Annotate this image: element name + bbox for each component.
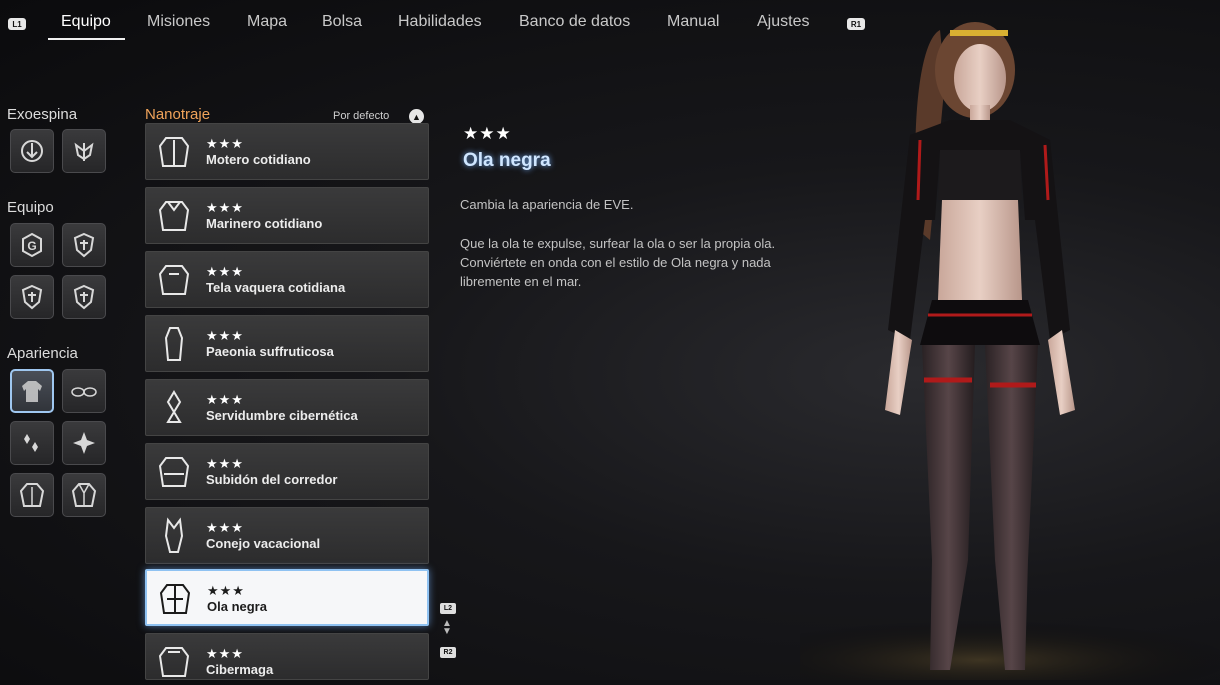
exoespina-heading: Exoespina: [7, 106, 78, 123]
triangle-button-icon[interactable]: ▲: [409, 109, 424, 124]
tab-banco-de-datos[interactable]: Banco de datos: [519, 13, 630, 31]
tab-mapa[interactable]: Mapa: [247, 13, 287, 31]
item-name: Conejo vacacional: [206, 536, 321, 551]
outfit-icon: [22, 381, 42, 402]
shield-gear-icon: [21, 284, 43, 310]
item-stars: ★★★: [206, 456, 244, 471]
gear-g-icon: G: [22, 232, 42, 258]
item-stars: ★★★: [206, 328, 244, 343]
item-stars: ★★★: [206, 392, 244, 407]
nanosuit-item[interactable]: ★★★ Servidumbre cibernética: [145, 379, 429, 436]
appearance-slot-earrings[interactable]: [10, 421, 54, 465]
item-name: Motero cotidiano: [206, 152, 311, 167]
exospine-core-icon: [21, 140, 43, 162]
top-nav: L1 Equipo Misiones Mapa Bolsa Habilidade…: [0, 0, 900, 44]
headband: [950, 30, 1008, 36]
outfit-thumbnail-icon: [158, 457, 190, 487]
item-stars: ★★★: [206, 136, 244, 151]
outfit-thumbnail-icon: [164, 327, 184, 361]
apariencia-heading: Apariencia: [7, 345, 78, 362]
active-tab-underline: [48, 38, 125, 40]
detail-flavor-text: Que la ola te expulse, surfear la ola o …: [460, 236, 776, 289]
item-name: Cibermaga: [206, 662, 274, 677]
item-stars: ★★★: [206, 200, 244, 215]
jacket-icon: [19, 483, 45, 507]
item-name: Servidumbre cibernética: [206, 408, 358, 423]
item-stars: ★★★: [206, 520, 244, 535]
item-name: Ola negra: [207, 599, 267, 614]
nanosuit-item[interactable]: ★★★ Subidón del corredor: [145, 443, 429, 500]
outfit-thumbnail-icon: [158, 265, 190, 295]
tab-bolsa[interactable]: Bolsa: [322, 13, 362, 31]
item-name: Paeonia suffruticosa: [206, 344, 334, 359]
jacket-alt-icon: [71, 483, 97, 507]
tab-misiones[interactable]: Misiones: [147, 13, 210, 31]
tab-manual[interactable]: Manual: [667, 13, 719, 31]
outfit-thumbnail-icon: [164, 517, 184, 553]
exospine-wings-icon: [74, 142, 94, 161]
nanosuit-item[interactable]: ★★★ Cibermaga: [145, 633, 429, 680]
outfit-thumbnail-icon: [158, 137, 190, 167]
item-name: Subidón del corredor: [206, 472, 338, 487]
earrings-icon: [24, 434, 38, 452]
item-name: Marinero cotidiano: [206, 216, 323, 231]
appearance-slot-glasses[interactable]: [62, 369, 106, 413]
list-title: Nanotraje: [145, 106, 211, 123]
appearance-slot-outfit[interactable]: [10, 369, 54, 413]
l1-button-hint[interactable]: L1: [8, 18, 26, 30]
nanosuit-item[interactable]: ★★★ Marinero cotidiano: [145, 187, 429, 244]
sort-label: Por defecto: [333, 110, 390, 122]
detail-stars: ★★★: [463, 124, 512, 143]
exospine-slot-1[interactable]: [10, 129, 54, 173]
item-stars: ★★★: [206, 264, 244, 279]
nanosuit-item[interactable]: ★★★ Conejo vacacional: [145, 507, 429, 564]
appearance-slot-jacket-alt[interactable]: [62, 473, 106, 517]
tab-equipo[interactable]: Equipo: [61, 13, 111, 31]
appearance-slot-jacket[interactable]: [10, 473, 54, 517]
appearance-slot-hair-ornament[interactable]: [62, 421, 106, 465]
scroll-updown-icon: ▲ ▼: [442, 618, 452, 637]
character-model: [720, 0, 1220, 685]
detail-title: Ola negra: [463, 150, 551, 171]
l2-button-hint[interactable]: L2: [440, 603, 456, 614]
nanosuit-item[interactable]: ★★★ Ola negra: [145, 569, 429, 626]
tab-habilidades[interactable]: Habilidades: [398, 13, 482, 31]
outfit-thumbnail-icon: [159, 584, 191, 614]
detail-description: Cambia la apariencia de EVE.: [460, 197, 634, 212]
outfit-thumbnail-icon: [166, 390, 182, 423]
gear-slot-2[interactable]: [62, 223, 106, 267]
r2-button-hint[interactable]: R2: [440, 647, 456, 658]
hair-ornament-icon: [73, 432, 95, 454]
outfit-thumbnail-icon: [158, 201, 190, 231]
shield-gear-icon: [73, 284, 95, 310]
equipo-heading: Equipo: [7, 199, 54, 216]
nanosuit-item[interactable]: ★★★ Paeonia suffruticosa: [145, 315, 429, 372]
item-name: Tela vaquera cotidiana: [206, 280, 346, 295]
nanosuit-item[interactable]: ★★★ Tela vaquera cotidiana: [145, 251, 429, 308]
nanosuit-item[interactable]: ★★★ Motero cotidiano: [145, 123, 429, 180]
gear-slot-4[interactable]: [62, 275, 106, 319]
svg-text:G: G: [27, 239, 36, 253]
shield-gear-icon: [73, 232, 95, 258]
glasses-icon: [71, 387, 97, 397]
exospine-slot-2[interactable]: [62, 129, 106, 173]
item-stars: ★★★: [207, 583, 245, 598]
outfit-thumbnail-icon: [158, 647, 190, 677]
gear-slot-1[interactable]: G: [10, 223, 54, 267]
gear-slot-3[interactable]: [10, 275, 54, 319]
item-stars: ★★★: [206, 646, 244, 661]
